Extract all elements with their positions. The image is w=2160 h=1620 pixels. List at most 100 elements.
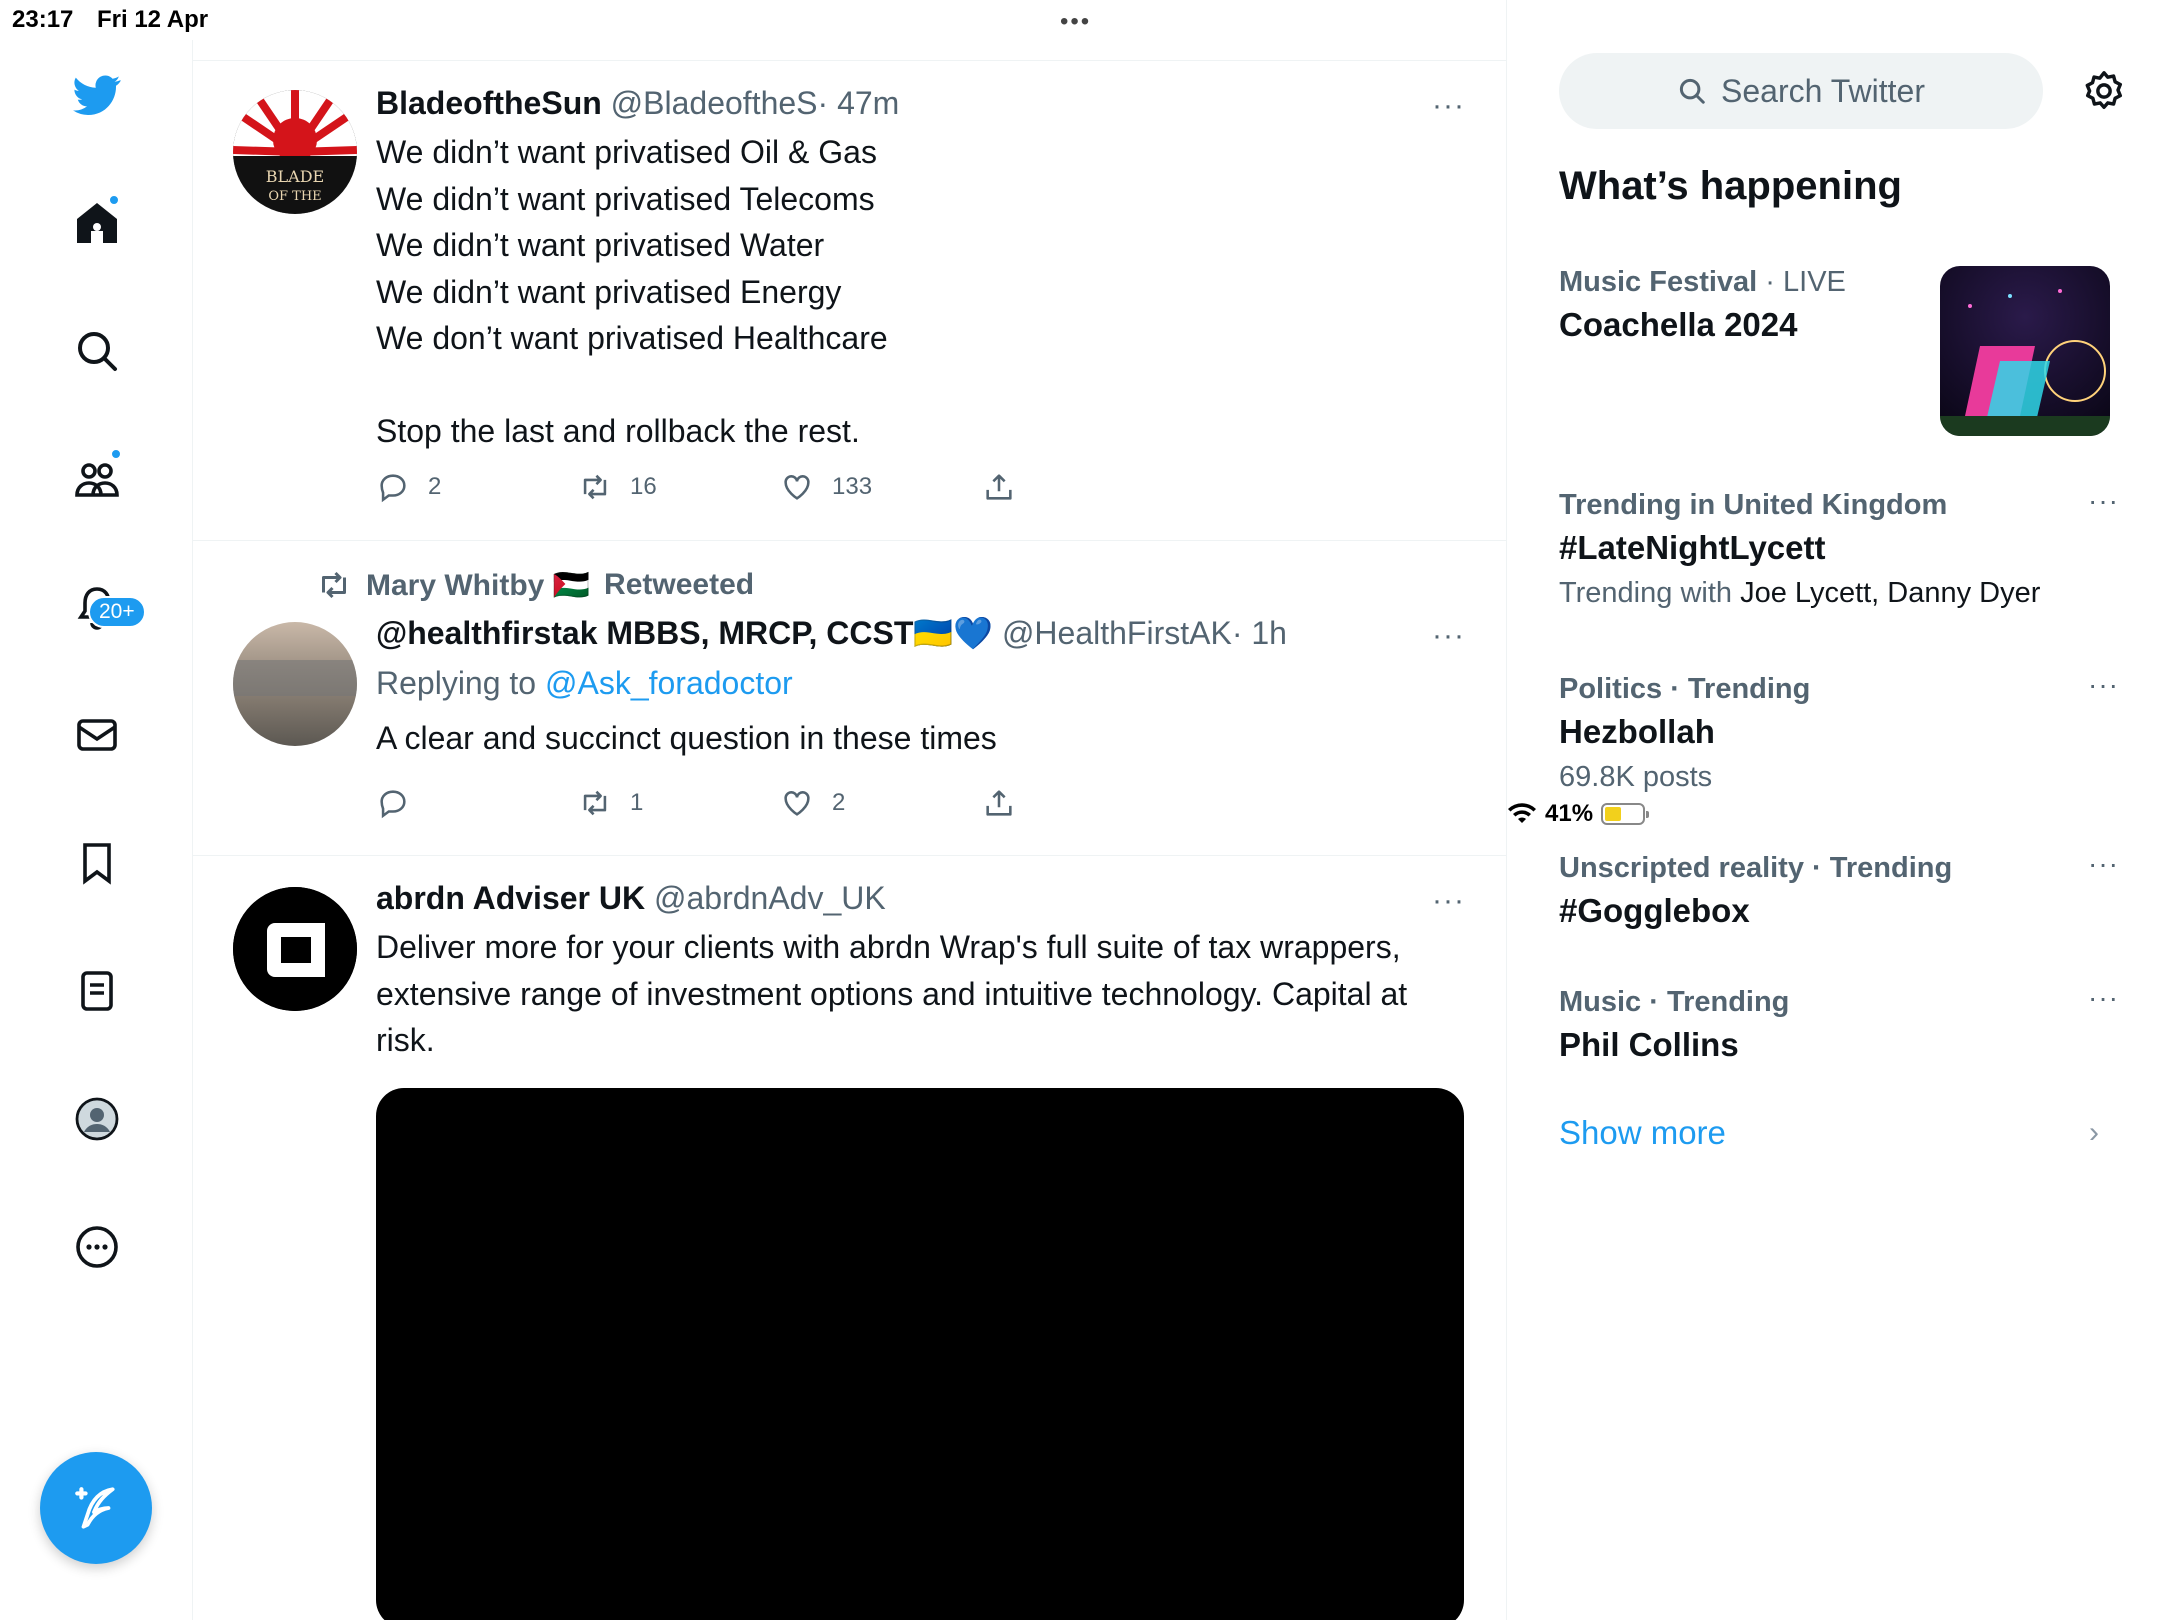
retweet-count: 1 xyxy=(630,789,644,816)
avatar[interactable] xyxy=(233,887,357,1011)
reply-count: 2 xyxy=(428,473,442,500)
share-icon xyxy=(986,474,1012,500)
retweeted-by[interactable]: Mary Whitby 🇵🇸 xyxy=(366,568,590,603)
reply-button[interactable]: 2 xyxy=(376,470,578,504)
replying-to: Replying to @Ask_foradoctor xyxy=(376,663,1467,703)
retweet-button[interactable]: 16 xyxy=(578,470,780,504)
nav-home[interactable] xyxy=(62,188,132,258)
tweet-author-handle[interactable]: @BladeoftheS xyxy=(611,85,818,121)
tweet-timestamp[interactable]: · 1h xyxy=(1232,615,1287,651)
whats-happening-heading: What’s happening xyxy=(1559,164,1902,208)
retweet-count: 16 xyxy=(630,473,657,500)
tweet-text: Deliver more for your clients with abrdn… xyxy=(376,929,1417,1058)
trend-item[interactable]: Music · Trending Phil Collins ··· xyxy=(1559,982,2119,1068)
trend-item[interactable]: Trending in United Kingdom #LateNightLyc… xyxy=(1559,485,2119,615)
trend-more-button[interactable]: ··· xyxy=(2088,982,2119,1014)
nav-profile[interactable] xyxy=(62,1084,132,1154)
compose-tweet-button[interactable] xyxy=(40,1452,152,1564)
tweet-author-handle[interactable]: @HealthFirstAK xyxy=(1002,615,1232,651)
heart-icon xyxy=(784,475,810,500)
nav-bookmarks[interactable] xyxy=(62,828,132,898)
search-icon xyxy=(78,332,117,371)
notifications-badge: 20+ xyxy=(88,596,146,628)
search-icon xyxy=(1679,78,1705,104)
trend-more-button[interactable]: ··· xyxy=(2088,669,2119,701)
tweet-text: A clear and succinct question in these t… xyxy=(376,720,997,756)
more-circle-icon xyxy=(76,1226,118,1268)
nav-communities[interactable] xyxy=(62,444,132,514)
avatar[interactable]: BLADE OF THE xyxy=(233,90,357,214)
trend-thumbnail[interactable] xyxy=(1940,266,2110,436)
share-button[interactable] xyxy=(982,470,1184,504)
right-sidebar: Search Twitter What’s happening Music Fe… xyxy=(1507,0,2160,1620)
tweet[interactable]: Mary Whitby 🇵🇸 Retweeted @healthfirstak … xyxy=(193,541,1507,856)
tweet-text: We didn’t want privatised Oil & Gas We d… xyxy=(376,134,888,449)
tweet-author-name[interactable]: @healthfirstak MBBS, MRCP, CCST🇺🇦💙 xyxy=(376,615,993,651)
trend-sub-names: Joe Lycett, Danny Dyer xyxy=(1740,577,2041,609)
trend-item[interactable]: Politics · Trending Hezbollah 69.8K post… xyxy=(1559,669,2119,799)
trend-title: #LateNightLycett xyxy=(1559,529,1826,566)
feather-plus-icon xyxy=(75,1487,115,1529)
trend-category: Trending in United Kingdom xyxy=(1559,489,1948,521)
tweet-actions: 2 16 133 xyxy=(376,470,1184,504)
nav-explore[interactable] xyxy=(62,316,132,386)
search-box[interactable]: Search Twitter xyxy=(1559,53,2043,129)
trend-category: Unscripted reality · Trending xyxy=(1559,852,1953,884)
trend-title: #Gogglebox xyxy=(1559,892,1750,929)
retweeted-label: Retweeted xyxy=(604,568,755,601)
retweet-icon xyxy=(583,474,607,500)
replying-to-prefix: Replying to xyxy=(376,665,537,701)
retweet-icon xyxy=(583,790,607,816)
nav-more[interactable] xyxy=(62,1212,132,1282)
replying-to-link[interactable]: @Ask_foradoctor xyxy=(545,665,793,701)
reply-button[interactable] xyxy=(376,786,578,820)
trend-more-button[interactable]: ··· xyxy=(2088,485,2119,517)
avatar[interactable] xyxy=(233,622,357,746)
show-more-link[interactable]: Show more xyxy=(1559,1114,1726,1152)
twitter-logo-icon[interactable] xyxy=(62,60,132,130)
chevron-right-icon: › xyxy=(2089,1116,2099,1149)
like-button[interactable]: 2 xyxy=(780,786,982,820)
reply-icon xyxy=(380,474,406,503)
trend-category: Music Festival xyxy=(1559,266,1758,298)
search-placeholder: Search Twitter xyxy=(1721,72,1925,109)
tweet[interactable]: BLADE OF THE BladeoftheSun @BladeoftheS·… xyxy=(193,61,1507,541)
tweet-timestamp[interactable]: · 47m xyxy=(818,85,900,121)
trend-more-button[interactable]: ··· xyxy=(2088,848,2119,880)
nav-lists[interactable] xyxy=(62,956,132,1026)
tweet-author-handle[interactable]: @abrdnAdv_UK xyxy=(654,880,886,916)
tweet-more-button[interactable]: ··· xyxy=(1432,89,1465,123)
svg-text:OF THE: OF THE xyxy=(268,189,321,204)
tweet-media-video[interactable] xyxy=(376,1088,1464,1620)
tweet-more-button[interactable]: ··· xyxy=(1432,884,1465,918)
status-date: Fri 12 Apr xyxy=(97,6,209,33)
timeline: BLADE OF THE BladeoftheSun @BladeoftheS·… xyxy=(193,0,1507,1620)
home-unread-dot xyxy=(108,194,120,206)
reply-icon xyxy=(380,790,406,819)
lists-icon xyxy=(81,971,113,1011)
trend-item[interactable]: Unscripted reality · Trending #Gogglebox… xyxy=(1559,848,2119,934)
gear-icon xyxy=(2085,71,2123,110)
nav-messages[interactable] xyxy=(62,700,132,770)
tweet-author-name[interactable]: abrdn Adviser UK xyxy=(376,880,645,916)
communities-icon xyxy=(75,463,119,497)
like-count: 2 xyxy=(832,789,846,816)
left-navigation: 20+ xyxy=(0,40,193,1620)
retweet-icon xyxy=(322,571,346,599)
bookmark-icon xyxy=(83,843,111,885)
share-button[interactable] xyxy=(982,786,1184,820)
communities-unread-dot xyxy=(110,448,122,460)
retweet-button[interactable]: 1 xyxy=(578,786,780,820)
tweet-more-button[interactable]: ··· xyxy=(1432,619,1465,653)
tweet[interactable]: abrdn Adviser UK @abrdnAdv_UK Deliver mo… xyxy=(193,856,1507,1620)
trend-category: Politics · Trending xyxy=(1559,673,1811,705)
like-button[interactable]: 133 xyxy=(780,470,982,504)
profile-avatar-icon xyxy=(75,1097,119,1141)
settings-button[interactable] xyxy=(2077,64,2131,118)
trend-category: Music · Trending xyxy=(1559,986,1790,1018)
trend-title: Phil Collins xyxy=(1559,1026,1739,1063)
tweet-author-name[interactable]: BladeoftheSun xyxy=(376,85,602,121)
share-icon xyxy=(986,790,1012,816)
mail-icon xyxy=(77,719,117,751)
like-count: 133 xyxy=(832,473,873,500)
